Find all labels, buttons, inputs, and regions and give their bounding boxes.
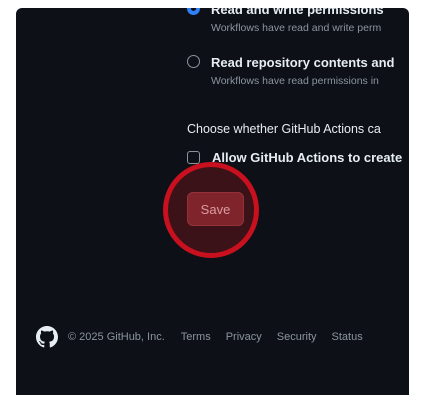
allow-pr-creation-row[interactable]: Allow GitHub Actions to create — [187, 150, 402, 165]
radio-option-read-write[interactable]: Read and write permissions Workflows hav… — [187, 8, 384, 35]
footer-link-privacy[interactable]: Privacy — [226, 331, 262, 343]
radio-read-only-description: Workflows have read permissions in — [211, 75, 379, 87]
allow-pr-creation-checkbox[interactable] — [187, 151, 200, 164]
radio-read-write-title: Read and write permissions — [211, 8, 384, 17]
github-logo-icon[interactable] — [36, 326, 58, 348]
radio-read-only-text: Read repository contents and Workflows h… — [211, 55, 394, 88]
radio-option-read-only[interactable]: Read repository contents and Workflows h… — [187, 55, 394, 88]
radio-read-only[interactable] — [187, 55, 200, 68]
allow-pr-creation-label[interactable]: Allow GitHub Actions to create — [212, 150, 402, 165]
radio-read-write-description: Workflows have read and write perm — [211, 22, 382, 34]
footer-copyright: © 2025 GitHub, Inc. — [68, 331, 165, 343]
radio-read-write[interactable] — [187, 8, 200, 15]
pr-permission-prompt: Choose whether GitHub Actions ca — [187, 122, 381, 136]
page: Read and write permissions Workflows hav… — [0, 0, 422, 395]
save-button[interactable]: Save — [187, 192, 244, 226]
footer-link-terms[interactable]: Terms — [181, 331, 211, 343]
footer-link-status[interactable]: Status — [332, 331, 363, 343]
radio-read-write-text: Read and write permissions Workflows hav… — [211, 8, 384, 35]
footer-link-security[interactable]: Security — [277, 331, 317, 343]
site-footer: © 2025 GitHub, Inc. Terms Privacy Securi… — [36, 326, 378, 348]
radio-read-only-title: Read repository contents and — [211, 55, 395, 70]
